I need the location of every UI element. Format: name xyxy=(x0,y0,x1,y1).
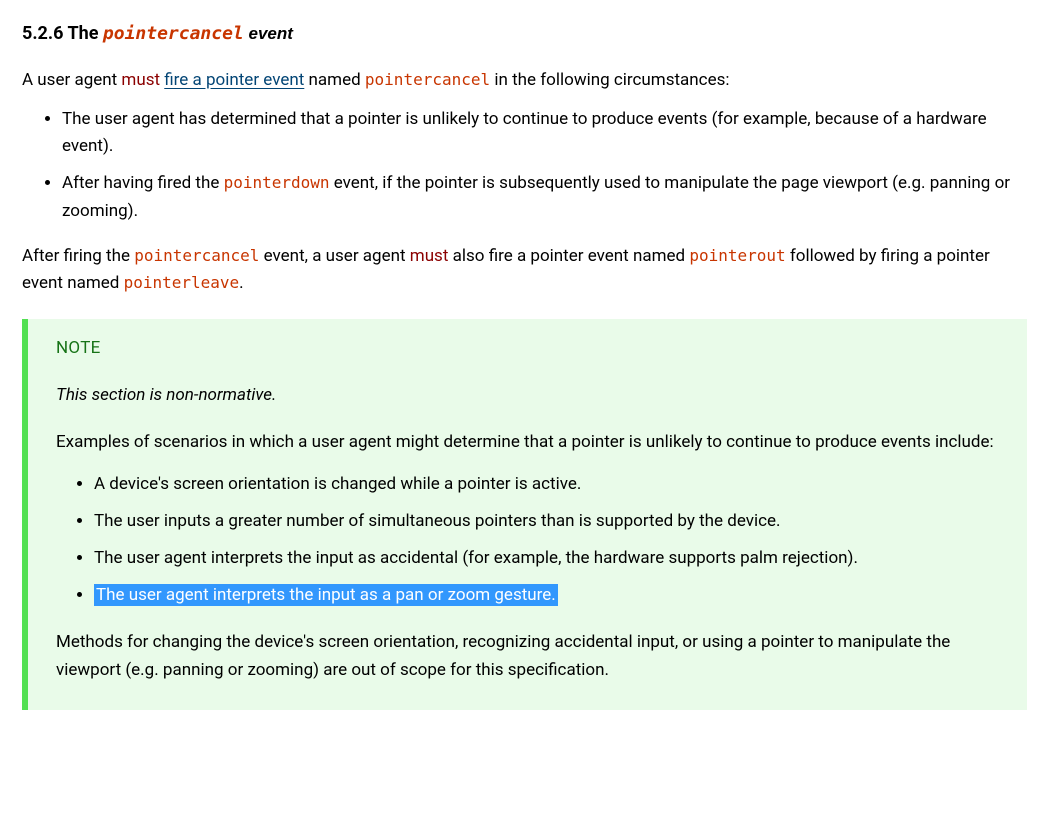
note-box: NOTE This section is non-normative. Exam… xyxy=(22,319,1027,710)
list-item: The user agent has determined that a poi… xyxy=(62,106,1027,160)
list-item: A device's screen orientation is changed… xyxy=(94,471,999,498)
section-number: 5.2.6 xyxy=(22,23,63,44)
after-paragraph: After firing the pointercancel event, a … xyxy=(22,243,1027,297)
note-outro: Methods for changing the device's screen… xyxy=(56,629,999,683)
section-heading: 5.2.6 The pointercancel event xyxy=(22,20,1027,49)
code-pointerout: pointerout xyxy=(689,246,785,265)
circumstances-list: The user agent has determined that a poi… xyxy=(22,106,1027,225)
list-item: The user inputs a greater number of simu… xyxy=(94,508,999,535)
note-title: NOTE xyxy=(56,335,999,362)
list-item: The user agent interprets the input as a… xyxy=(94,545,999,572)
list-item: The user agent interprets the input as a… xyxy=(94,582,999,609)
code-pointerdown: pointerdown xyxy=(224,173,330,192)
rfc-must: must xyxy=(121,70,160,90)
selected-text: The user agent interprets the input as a… xyxy=(94,584,558,606)
fire-pointer-event-link[interactable]: fire a pointer event xyxy=(164,70,304,90)
code-pointercancel: pointercancel xyxy=(134,246,259,265)
non-normative-label: This section is non-normative. xyxy=(56,382,999,409)
note-examples-list: A device's screen orientation is changed… xyxy=(56,471,999,610)
list-item: After having fired the pointerdown event… xyxy=(62,170,1027,224)
code-pointerleave: pointerleave xyxy=(124,273,240,292)
intro-paragraph: A user agent must fire a pointer event n… xyxy=(22,67,1027,94)
rfc-must: must xyxy=(410,246,449,266)
code-pointercancel: pointercancel xyxy=(365,70,490,89)
heading-event-word: event xyxy=(244,24,293,43)
heading-code: pointercancel xyxy=(103,23,244,44)
note-intro: Examples of scenarios in which a user ag… xyxy=(56,429,999,456)
